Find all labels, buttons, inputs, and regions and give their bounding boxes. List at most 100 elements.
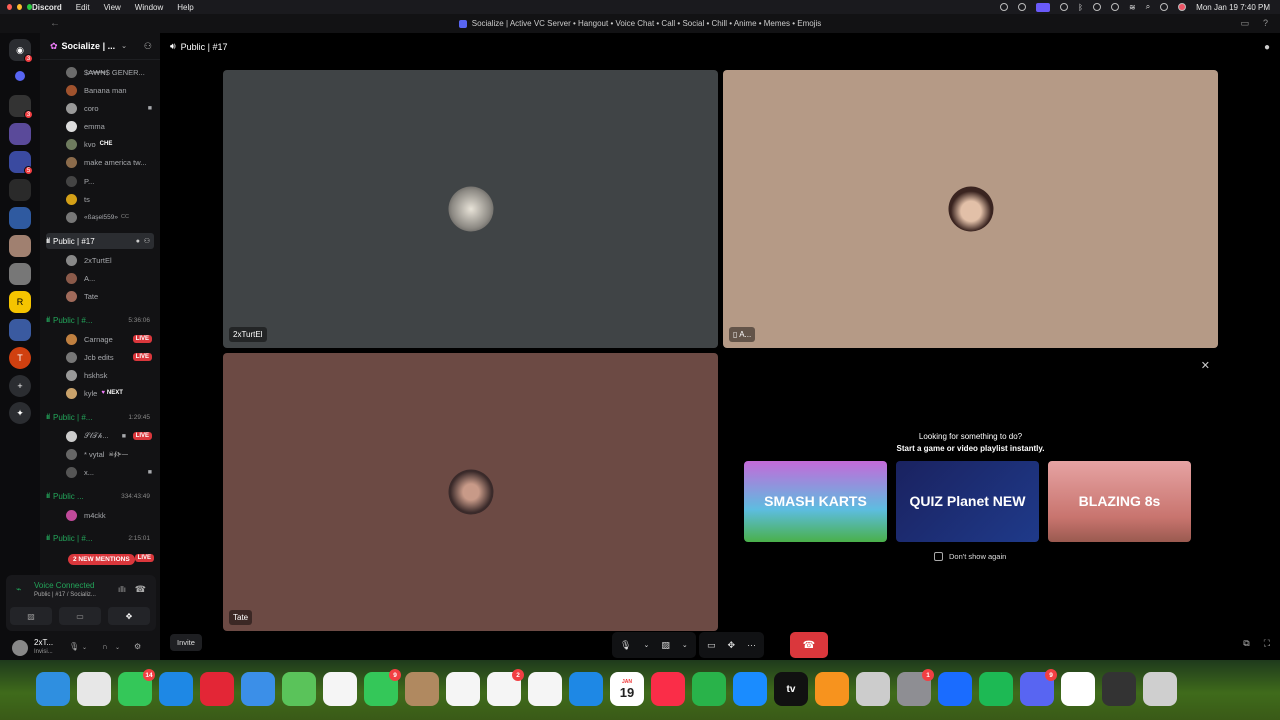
server-icon[interactable]: T xyxy=(9,347,31,369)
new-mentions-banner[interactable]: 2 NEW MENTIONS xyxy=(68,554,135,565)
disconnect-call-button[interactable]: ☎ xyxy=(790,632,828,658)
more-options-icon[interactable]: ··· xyxy=(747,640,756,650)
voice-member[interactable]: Tate xyxy=(66,288,152,304)
dock-app-messages[interactable]: 14 xyxy=(118,669,155,706)
voice-member[interactable]: $₳₩₦$ GENER... xyxy=(66,64,152,80)
server-icon[interactable]: R xyxy=(9,291,31,313)
avatar-icon[interactable] xyxy=(1178,3,1187,11)
dock-app-mail[interactable] xyxy=(241,672,275,706)
menubar-clock[interactable]: Mon Jan 19 7:40 PM xyxy=(1196,3,1270,12)
chevron-down-icon[interactable]: ⌄ xyxy=(643,641,649,649)
chevron-down-icon[interactable]: ⌄ xyxy=(682,641,688,649)
fullscreen-icon[interactable]: ⛶ xyxy=(1264,638,1270,649)
voice-channel[interactable]: ılıl Public | #... 2:15:01 xyxy=(46,530,154,546)
control-center-icon[interactable] xyxy=(1160,3,1169,11)
noise-suppression-icon[interactable]: ıllı xyxy=(118,585,126,594)
server-header[interactable]: ✿ Socialize | ... ⌄ ⚇ xyxy=(40,33,160,60)
dock-app-system-settings[interactable]: 1 xyxy=(897,669,934,706)
menu-window[interactable]: Window xyxy=(135,3,163,12)
video-tile[interactable]: 2xTurtEl xyxy=(223,70,718,348)
voice-member[interactable]: Banana man xyxy=(66,82,152,98)
folder-icon[interactable] xyxy=(15,71,25,81)
game-card-smash-karts[interactable]: SMASH KARTS xyxy=(744,461,887,542)
play-icon[interactable] xyxy=(1110,3,1119,11)
dock-app-pages[interactable] xyxy=(815,672,849,706)
inbox-icon[interactable]: ▭ xyxy=(1240,18,1249,29)
voice-channel[interactable]: ılıl Public ... 334:43:49 xyxy=(46,488,154,504)
checkbox[interactable] xyxy=(934,552,943,561)
voice-member[interactable]: x... ■ xyxy=(66,464,152,480)
dock-app-reminders[interactable]: 2 xyxy=(487,669,524,706)
invite-button[interactable]: Invite xyxy=(170,634,202,651)
dock-app-tv[interactable]: tv xyxy=(774,672,808,706)
chat-icon[interactable]: ● xyxy=(136,238,140,245)
add-member-icon[interactable]: ⚇ xyxy=(144,41,152,52)
dock-app-keynote[interactable] xyxy=(569,672,603,706)
menu-help[interactable]: Help xyxy=(177,3,193,12)
server-icon[interactable] xyxy=(9,263,31,285)
server-icon[interactable] xyxy=(9,235,31,257)
close-window-button[interactable] xyxy=(7,4,12,10)
dock-app-music[interactable] xyxy=(651,672,685,706)
voice-member[interactable]: emma xyxy=(66,118,152,134)
microphone-icon[interactable]: 🎙︎ xyxy=(69,642,79,651)
status-icon[interactable] xyxy=(1018,3,1027,11)
voice-status[interactable]: Voice Connected xyxy=(34,581,95,590)
back-arrow-icon[interactable]: ← xyxy=(50,18,60,29)
server-icon[interactable] xyxy=(9,207,31,229)
add-server-icon[interactable]: + xyxy=(9,375,31,397)
dock-app-maps[interactable] xyxy=(282,672,316,706)
voice-member[interactable]: hskhsk xyxy=(66,367,152,383)
dock-app-facetime[interactable]: 9 xyxy=(364,669,401,706)
dock-app-trash[interactable] xyxy=(1143,672,1177,706)
wifi-icon[interactable]: ≋ xyxy=(1129,3,1136,12)
server-icon[interactable] xyxy=(9,319,31,341)
voice-member[interactable]: Carnage LIVE xyxy=(66,331,152,347)
dock-app-launchpad[interactable] xyxy=(77,672,111,706)
chevron-down-icon[interactable]: ⌄ xyxy=(115,644,120,651)
dock-app-safari[interactable] xyxy=(159,672,193,706)
screen-share-button[interactable]: ▭ xyxy=(59,607,101,625)
help-icon[interactable]: ? xyxy=(1263,18,1268,29)
discord-home-icon[interactable]: ◉ 3 xyxy=(9,39,33,63)
dock-app-spotify[interactable] xyxy=(979,672,1013,706)
chat-bubble-icon[interactable]: ● xyxy=(1264,42,1270,53)
username[interactable]: 2xT... xyxy=(34,638,53,647)
dock-app-iphone-mirroring[interactable] xyxy=(856,672,890,706)
dock-app-finder[interactable] xyxy=(36,672,70,706)
avatar[interactable] xyxy=(12,640,28,656)
game-card-blazing-8s[interactable]: BLAZING 8s xyxy=(1048,461,1191,542)
signal-icon[interactable]: ⌁ xyxy=(16,584,21,595)
voice-channel[interactable]: ılıl Public | #... 5:36:06 xyxy=(46,312,154,328)
chevron-down-icon[interactable]: ⌄ xyxy=(82,644,87,651)
voice-member[interactable]: m4ckk xyxy=(66,507,152,523)
add-member-icon[interactable]: ⚇ xyxy=(144,237,150,245)
dock-app-app-store[interactable] xyxy=(733,672,767,706)
voice-member[interactable]: coro ■ xyxy=(66,100,152,116)
voice-member[interactable]: P... xyxy=(66,173,152,189)
dock-app-chrome[interactable] xyxy=(1061,672,1095,706)
dock-app-news[interactable] xyxy=(528,672,562,706)
activities-button[interactable]: ✥ xyxy=(108,607,150,625)
game-card-quiz-planet[interactable]: QUIZ Planet NEW xyxy=(896,461,1039,542)
disconnect-icon[interactable]: ☎ xyxy=(135,584,146,595)
server-icon[interactable] xyxy=(9,123,31,145)
voice-member[interactable]: 𝒮𝓁𝒯𝒽... ■ LIVE xyxy=(66,428,152,444)
voice-member[interactable]: «ßaşel559» CC xyxy=(66,209,152,225)
voice-channel-path[interactable]: Public | #17 / Socializ... xyxy=(34,592,96,598)
camera-off-icon[interactable]: ▨ xyxy=(661,640,670,651)
video-tile[interactable]: Tate xyxy=(223,353,718,631)
dock-app-freeform[interactable] xyxy=(446,672,480,706)
dock-app-roblox[interactable] xyxy=(938,672,972,706)
video-tile[interactable]: ▯ A... xyxy=(723,70,1218,348)
voice-member[interactable]: Jcb edits LIVE xyxy=(66,349,152,365)
dock-app-obs[interactable] xyxy=(1102,672,1136,706)
screen-share-icon[interactable]: ▭ xyxy=(707,640,716,651)
voice-member[interactable]: kvo CHE xyxy=(66,136,152,152)
voice-member[interactable]: 2xTurtEl xyxy=(66,252,152,268)
dock-app-opera[interactable] xyxy=(200,672,234,706)
dont-show-again-checkbox[interactable]: Don't show again xyxy=(934,552,1006,561)
microphone-icon[interactable]: 🎙︎ xyxy=(620,640,631,651)
popout-icon[interactable]: ⧉ xyxy=(1243,638,1249,649)
screen-share-icon[interactable] xyxy=(1036,2,1051,12)
